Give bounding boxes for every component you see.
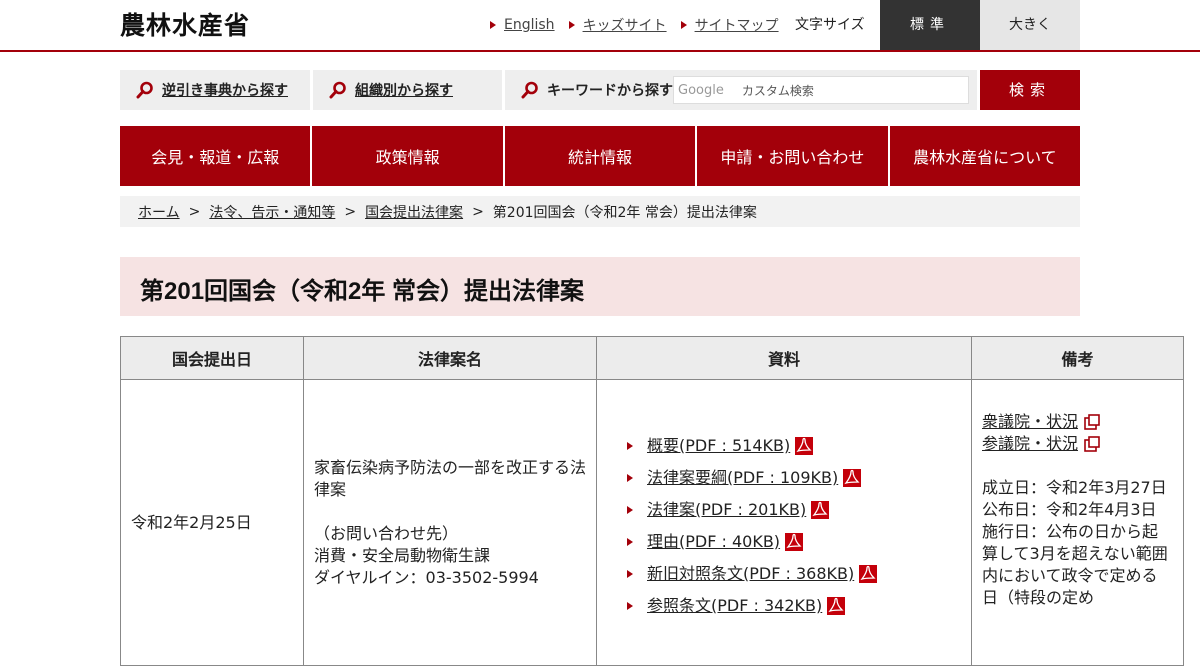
document-item: 法律案(PDF : 201KB) bbox=[627, 494, 961, 526]
pdf-icon bbox=[795, 437, 814, 455]
search-placeholder: カスタム検索 bbox=[741, 83, 814, 98]
search-icon bbox=[521, 81, 538, 99]
page-title: 第201回国会（令和2年 常会）提出法律案 bbox=[140, 278, 585, 305]
document-link-outline[interactable]: 法律案要綱(PDF : 109KB) bbox=[647, 467, 838, 489]
search-input[interactable]: Google カスタム検索 bbox=[673, 76, 969, 104]
document-link-bill[interactable]: 法律案(PDF : 201KB) bbox=[647, 499, 806, 521]
breadcrumb-home[interactable]: ホーム bbox=[138, 202, 180, 222]
keyword-search-label: キーワードから探す bbox=[547, 83, 673, 99]
contact-heading: （お問い合わせ先） bbox=[314, 523, 459, 543]
breadcrumb-separator: > bbox=[188, 203, 201, 220]
notes-text: 成立日：令和2年3月27日 公布日：令和2年4月3日 施行日：公布の日から起算し… bbox=[982, 478, 1168, 607]
breadcrumb-bills[interactable]: 国会提出法律案 bbox=[365, 202, 463, 222]
arrow-icon bbox=[627, 570, 633, 578]
org-search-label: 組織別から探す bbox=[355, 83, 453, 99]
header-link-kids[interactable]: キッズサイト bbox=[568, 15, 667, 35]
nav-item-applications[interactable]: 申請・お問い合わせ bbox=[697, 126, 888, 186]
arrow-icon bbox=[568, 21, 575, 29]
search-icon bbox=[136, 81, 153, 99]
house-of-councillors-link[interactable]: 参議院・状況 bbox=[982, 433, 1078, 455]
search-bar: 逆引き事典から探す 組織別から探す キーワードから探す Google カスタム検… bbox=[120, 70, 1080, 110]
document-item: 法律案要綱(PDF : 109KB) bbox=[627, 462, 961, 494]
contact-department: 消費・安全局動物衛生課 bbox=[314, 545, 491, 565]
document-link-reference[interactable]: 参照条文(PDF : 342KB) bbox=[647, 595, 822, 617]
arrow-icon bbox=[627, 538, 633, 546]
notes-cell: 衆議院・状況 参議院・状況 成立日：令和2年3月27日 公布日：令和2年4月3日… bbox=[971, 379, 1184, 666]
document-link-reason[interactable]: 理由(PDF : 40KB) bbox=[647, 531, 780, 553]
document-link-comparison[interactable]: 新旧対照条文(PDF : 368KB) bbox=[647, 563, 854, 585]
header-link-sitemap[interactable]: サイトマップ bbox=[680, 15, 779, 35]
header-documents: 資料 bbox=[596, 336, 972, 380]
arrow-icon bbox=[627, 602, 633, 610]
site-header: 農林水産省 English キッズサイト サイトマップ 文字サイズ 標準 大きく bbox=[0, 0, 1200, 52]
google-label: Google bbox=[678, 82, 724, 98]
arrow-icon bbox=[627, 442, 633, 450]
site-logo[interactable]: 農林水産省 bbox=[120, 11, 250, 41]
notes-link-item: 参議院・状況 bbox=[982, 433, 1173, 455]
nav-item-statistics[interactable]: 統計情報 bbox=[504, 126, 696, 186]
global-nav: 会見・報道・広報 政策情報 統計情報 申請・お問い合わせ 農林水産省について bbox=[120, 126, 1081, 186]
table-header-row: 国会提出日 法律案名 資料 備考 bbox=[120, 336, 1184, 380]
submission-date: 令和2年2月25日 bbox=[120, 379, 304, 666]
arrow-icon bbox=[680, 21, 687, 29]
pdf-icon bbox=[827, 597, 846, 615]
document-item: 新旧対照条文(PDF : 368KB) bbox=[627, 558, 961, 590]
page-title-box: 第201回国会（令和2年 常会）提出法律案 bbox=[120, 257, 1080, 316]
table-row: 令和2年2月25日 家畜伝染病予防法の一部を改正する法律案 （お問い合わせ先） … bbox=[120, 379, 1184, 666]
reverse-lookup-label: 逆引き事典から探す bbox=[162, 83, 288, 99]
document-item: 概要(PDF : 514KB) bbox=[627, 430, 961, 462]
nav-item-policy[interactable]: 政策情報 bbox=[312, 126, 503, 186]
pdf-icon bbox=[785, 533, 804, 551]
font-size-large-button[interactable]: 大きく bbox=[980, 0, 1080, 50]
header-date: 国会提出日 bbox=[120, 336, 304, 380]
reverse-lookup-search[interactable]: 逆引き事典から探す bbox=[120, 70, 310, 110]
contact-phone: ダイヤルイン：03-3502-5994 bbox=[314, 567, 539, 587]
header-links: English キッズサイト サイトマップ bbox=[490, 0, 793, 50]
external-link-icon bbox=[1084, 436, 1100, 452]
search-icon bbox=[329, 81, 346, 99]
external-link-icon bbox=[1084, 414, 1100, 430]
breadcrumb-laws[interactable]: 法令、告示・通知等 bbox=[209, 202, 335, 222]
arrow-icon bbox=[627, 474, 633, 482]
arrow-icon bbox=[627, 506, 633, 514]
breadcrumb-current: 第201回国会（令和2年 常会）提出法律案 bbox=[492, 204, 757, 221]
document-item: 理由(PDF : 40KB) bbox=[627, 526, 961, 558]
font-size-standard-button[interactable]: 標準 bbox=[880, 0, 980, 50]
breadcrumb-separator: > bbox=[472, 203, 484, 220]
document-item: 参照条文(PDF : 342KB) bbox=[627, 590, 961, 622]
arrow-icon bbox=[490, 21, 496, 29]
org-search[interactable]: 組織別から探す bbox=[313, 70, 502, 110]
pdf-icon bbox=[811, 501, 830, 519]
pdf-icon bbox=[859, 565, 878, 583]
nav-item-about[interactable]: 農林水産省について bbox=[889, 126, 1081, 186]
breadcrumb: ホーム > 法令、告示・通知等 > 国会提出法律案 > 第201回国会（令和2年… bbox=[120, 196, 1080, 227]
header-notes: 備考 bbox=[971, 336, 1184, 380]
law-name: 家畜伝染病予防法の一部を改正する法律案 bbox=[314, 457, 587, 499]
header-link-english[interactable]: English bbox=[490, 17, 555, 33]
pdf-icon bbox=[843, 469, 862, 487]
breadcrumb-separator: > bbox=[344, 203, 357, 220]
documents-cell: 概要(PDF : 514KB) 法律案要綱(PDF : 109KB) 法律案(P… bbox=[596, 379, 972, 666]
document-link-summary[interactable]: 概要(PDF : 514KB) bbox=[647, 435, 790, 457]
law-name-cell: 家畜伝染病予防法の一部を改正する法律案 （お問い合わせ先） 消費・安全局動物衛生… bbox=[303, 379, 597, 666]
header-law-name: 法律案名 bbox=[303, 336, 597, 380]
search-button[interactable]: 検索 bbox=[980, 70, 1080, 110]
font-size-label: 文字サイズ bbox=[795, 17, 865, 33]
bills-table: 国会提出日 法律案名 資料 備考 令和2年2月25日 家畜伝染病予防法の一部を改… bbox=[120, 336, 1184, 666]
house-of-representatives-link[interactable]: 衆議院・状況 bbox=[982, 411, 1078, 433]
notes-link-item: 衆議院・状況 bbox=[982, 411, 1173, 433]
nav-item-press[interactable]: 会見・報道・広報 bbox=[120, 126, 311, 186]
